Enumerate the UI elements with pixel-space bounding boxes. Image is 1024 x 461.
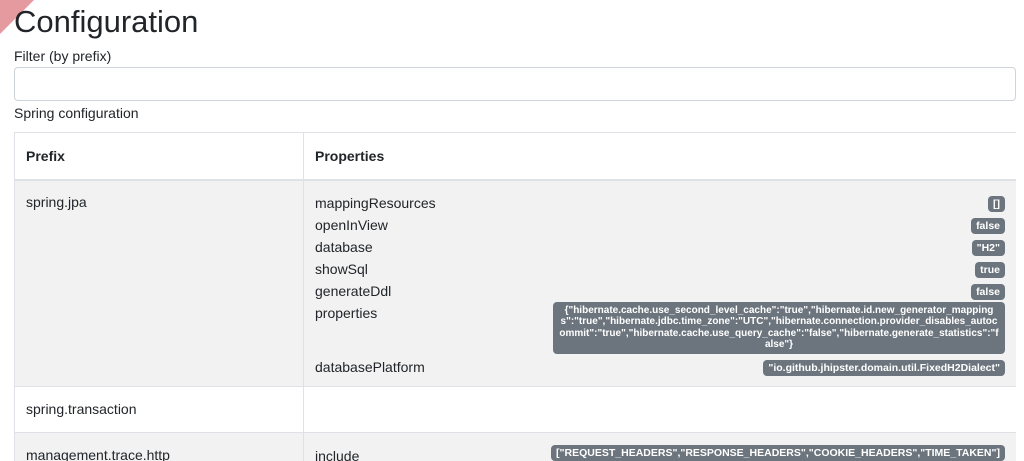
table-header-row: Prefix Properties xyxy=(14,132,1016,181)
property-row: showSql true xyxy=(315,258,1005,280)
prefix-cell: spring.transaction xyxy=(14,385,304,433)
page-title: Configuration xyxy=(14,4,199,39)
property-name: openInView xyxy=(315,216,388,233)
property-value-badge: ["REQUEST_HEADERS","RESPONSE_HEADERS","C… xyxy=(551,444,1005,461)
property-row: properties {"hibernate.cache.use_second_… xyxy=(315,301,1005,354)
prefix-column-header: Prefix xyxy=(14,132,304,181)
property-value-badge: "io.github.jhipster.domain.util.FixedH2D… xyxy=(763,359,1005,376)
property-value-badge: "H2" xyxy=(971,239,1005,256)
filter-label: Filter (by prefix) xyxy=(14,48,112,64)
property-name: include xyxy=(315,447,360,461)
property-value-badge: false xyxy=(971,283,1005,300)
property-value-badge: false xyxy=(971,217,1005,234)
property-name: properties xyxy=(315,304,378,321)
table-row: spring.transaction xyxy=(14,385,1016,433)
property-value-badge: [] xyxy=(988,195,1005,212)
property-name: databasePlatform xyxy=(315,358,425,375)
table-row: spring.jpa mappingResources [] openInVie… xyxy=(14,179,1016,387)
property-value-badge: true xyxy=(975,261,1005,278)
prefix-cell: spring.jpa xyxy=(14,179,304,387)
property-name: database xyxy=(315,238,373,255)
property-row: openInView false xyxy=(315,214,1005,236)
property-row: database "H2" xyxy=(315,236,1005,258)
configuration-table: Prefix Properties spring.jpa mappingReso… xyxy=(14,132,1016,461)
section-label: Spring configuration xyxy=(14,105,139,121)
prefix-cell: management.trace.http xyxy=(14,431,304,461)
property-name: showSql xyxy=(315,260,368,277)
property-name: generateDdl xyxy=(315,282,392,299)
property-row: mappingResources [] xyxy=(315,192,1005,214)
configuration-table-container: Prefix Properties spring.jpa mappingReso… xyxy=(14,132,1016,461)
properties-cell xyxy=(303,385,1016,433)
table-row: management.trace.http include ["REQUEST_… xyxy=(14,431,1016,461)
property-row: generateDdl false xyxy=(315,280,1005,302)
properties-cell: include ["REQUEST_HEADERS","RESPONSE_HEA… xyxy=(303,431,1016,461)
properties-cell: mappingResources [] openInView false dat… xyxy=(303,179,1016,387)
properties-column-header: Properties xyxy=(303,132,1016,181)
property-row: databasePlatform "io.github.jhipster.dom… xyxy=(315,356,1005,378)
property-name: mappingResources xyxy=(315,194,436,211)
property-value-badge: {"hibernate.cache.use_second_level_cache… xyxy=(553,301,1005,354)
property-row: include ["REQUEST_HEADERS","RESPONSE_HEA… xyxy=(315,444,1005,461)
filter-input[interactable] xyxy=(14,67,1016,101)
